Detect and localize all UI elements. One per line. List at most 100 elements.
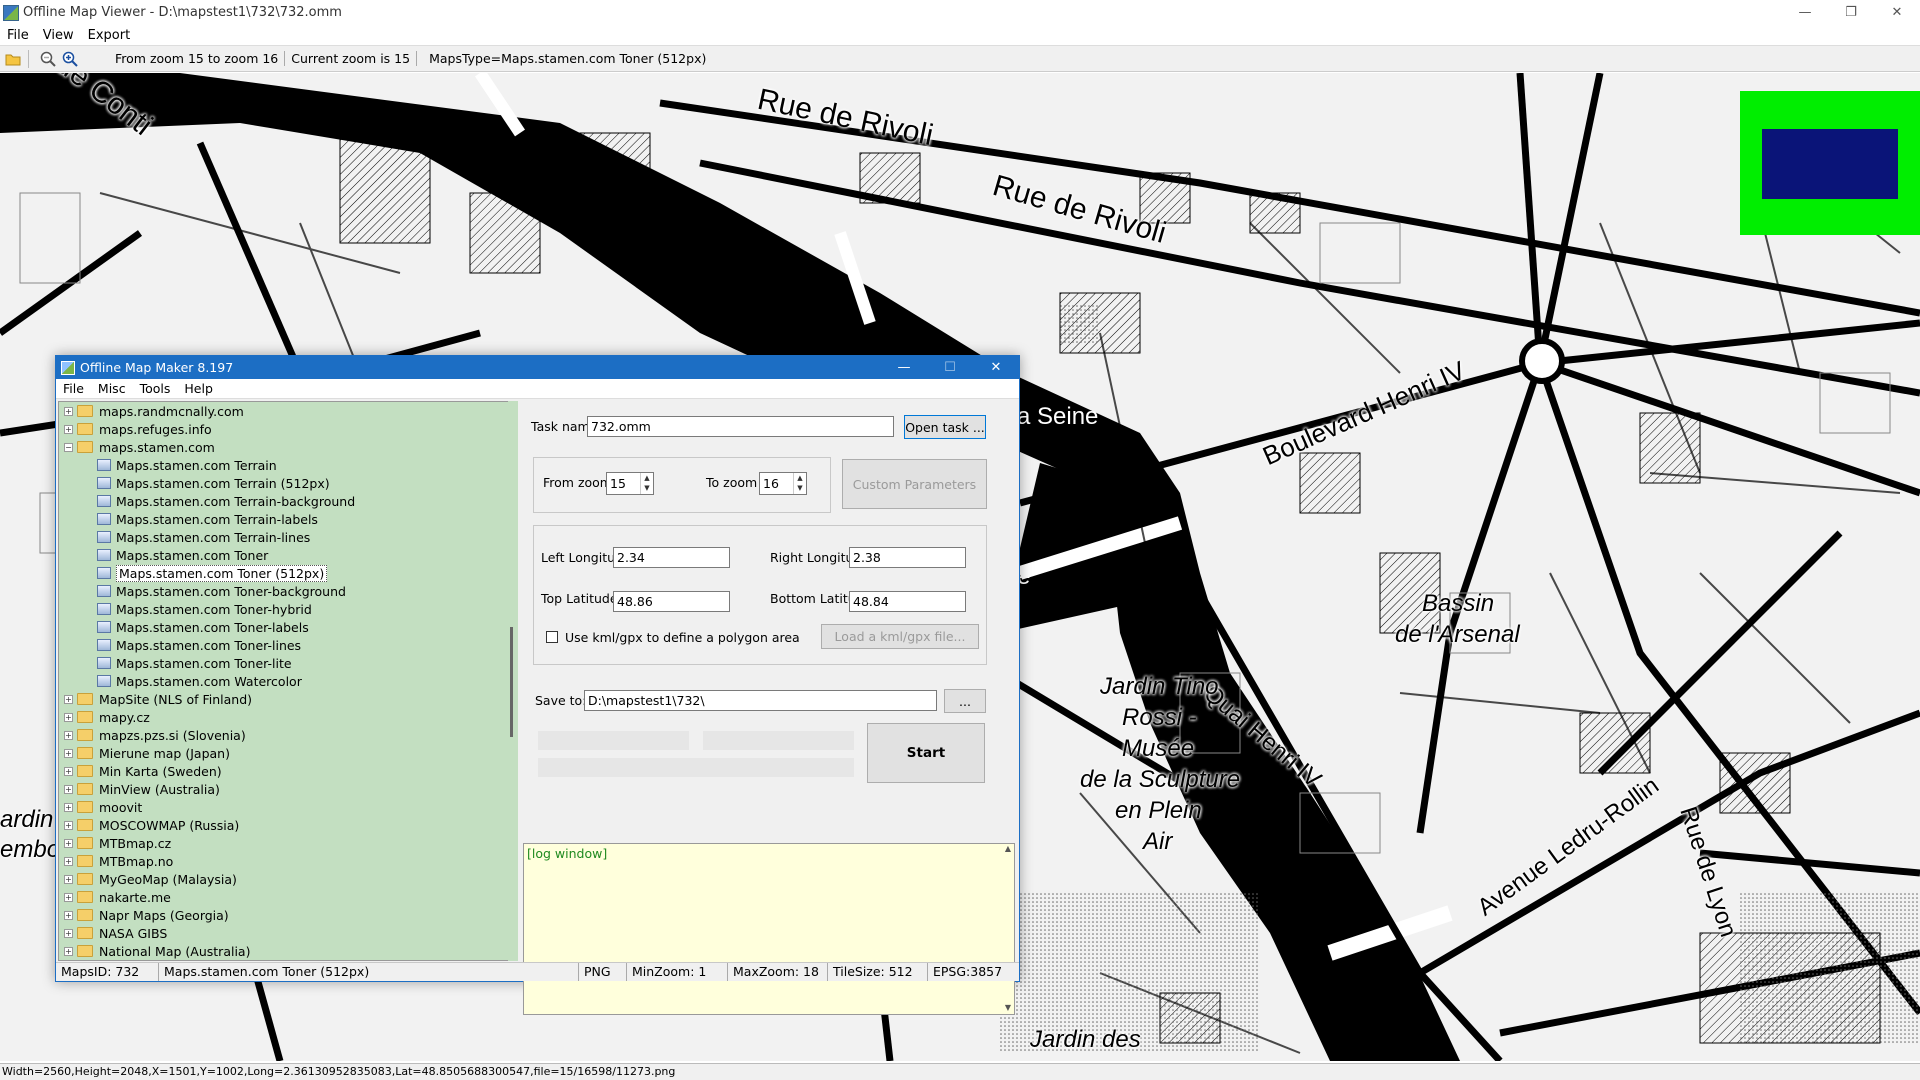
zoom-range-text: From zoom 15 to zoom 16: [109, 51, 286, 66]
expand-icon[interactable]: +: [64, 874, 73, 884]
collapse-icon[interactable]: −: [64, 442, 73, 452]
tree-map-item[interactable]: Maps.stamen.com Toner: [59, 546, 512, 564]
tree-folder-item[interactable]: + Napr Maps (Georgia): [59, 906, 512, 924]
tree-map-item[interactable]: Maps.stamen.com Watercolor: [59, 672, 512, 690]
from-zoom-spinner[interactable]: 15 ▲ ▼: [606, 472, 654, 495]
folder-icon: [77, 801, 93, 813]
dialog-titlebar[interactable]: Offline Map Maker 8.197 — ☐ ✕: [56, 356, 1019, 379]
browse-button[interactable]: ...: [944, 689, 986, 713]
tree-folder-item[interactable]: − maps.stamen.com: [59, 438, 512, 456]
expand-icon[interactable]: +: [64, 748, 73, 758]
open-folder-icon[interactable]: [4, 50, 22, 68]
save-to-input[interactable]: D:\mapstest1\732\: [584, 690, 937, 711]
top-latitude-input[interactable]: 48.86: [613, 591, 730, 612]
tree-folder-item[interactable]: + MapSite (NLS of Finland): [59, 690, 512, 708]
tree-folder-item[interactable]: + MinView (Australia): [59, 780, 512, 798]
dialog-menu-file[interactable]: File: [56, 381, 91, 396]
tree-folder-item[interactable]: + maps.randmcnally.com: [59, 402, 512, 420]
expand-icon[interactable]: +: [64, 406, 73, 416]
tree-map-item[interactable]: Maps.stamen.com Toner-labels: [59, 618, 512, 636]
expand-icon[interactable]: +: [64, 802, 73, 812]
tree-folder-item[interactable]: + Mierune map (Japan): [59, 744, 512, 762]
tree-folder-item[interactable]: + MyGeoMap (Malaysia): [59, 870, 512, 888]
expand-icon[interactable]: +: [64, 694, 73, 704]
zoom-in-icon[interactable]: [61, 50, 79, 68]
tree-item-label: Napr Maps (Georgia): [99, 907, 229, 923]
log-scrollbar[interactable]: ▲ ▼: [1002, 844, 1014, 1014]
tree-item-label: MTBmap.cz: [99, 835, 172, 851]
open-task-button[interactable]: Open task ...: [904, 415, 986, 439]
dialog-menu-help[interactable]: Help: [177, 381, 220, 396]
tree-map-item[interactable]: Maps.stamen.com Toner-lines: [59, 636, 512, 654]
tree-folder-item[interactable]: + MTBmap.cz: [59, 834, 512, 852]
spinner-arrows-icon[interactable]: ▲ ▼: [640, 473, 653, 494]
expand-icon[interactable]: +: [64, 946, 73, 956]
close-button[interactable]: ✕: [1874, 0, 1920, 25]
dialog-menu-misc[interactable]: Misc: [91, 381, 133, 396]
tree-map-item[interactable]: Maps.stamen.com Terrain (512px): [59, 474, 512, 492]
status-min-zoom: MinZoom: 1: [627, 963, 728, 981]
expand-icon[interactable]: +: [64, 766, 73, 776]
tree-map-item[interactable]: Maps.stamen.com Terrain-labels: [59, 510, 512, 528]
menu-export[interactable]: Export: [81, 28, 138, 43]
main-menubar: File View Export: [0, 25, 1920, 45]
expand-icon[interactable]: +: [64, 928, 73, 938]
zoom-out-icon[interactable]: [39, 50, 57, 68]
tree-scroll-thumb[interactable]: [510, 627, 513, 737]
dialog-maximize-button[interactable]: ☐: [927, 356, 973, 379]
bottom-latitude-input[interactable]: 48.84: [849, 591, 966, 612]
map-icon: [97, 567, 111, 579]
task-name-input[interactable]: 732.omm: [587, 416, 894, 437]
folder-icon: [77, 405, 93, 417]
tree-folder-item[interactable]: + Min Karta (Sweden): [59, 762, 512, 780]
expand-icon[interactable]: +: [64, 838, 73, 848]
expand-icon[interactable]: +: [64, 730, 73, 740]
tree-folder-item[interactable]: + nakarte.me: [59, 888, 512, 906]
tree-map-item[interactable]: Maps.stamen.com Terrain-background: [59, 492, 512, 510]
tree-map-item[interactable]: Maps.stamen.com Toner (512px): [59, 564, 512, 582]
expand-icon[interactable]: +: [64, 784, 73, 794]
expand-icon[interactable]: +: [64, 424, 73, 434]
current-zoom-text: Current zoom is 15: [285, 51, 418, 66]
tree-folder-item[interactable]: + NASA GIBS: [59, 924, 512, 942]
expand-icon[interactable]: +: [64, 820, 73, 830]
tree-folder-item[interactable]: + mapy.cz: [59, 708, 512, 726]
expand-icon[interactable]: +: [64, 712, 73, 722]
menu-file[interactable]: File: [0, 28, 36, 43]
tree-folder-item[interactable]: + maps.refuges.info: [59, 420, 512, 438]
minimize-button[interactable]: —: [1782, 0, 1828, 25]
minimap-viewport[interactable]: [1762, 129, 1898, 199]
tree-folder-item[interactable]: + moovit: [59, 798, 512, 816]
log-window[interactable]: [log window] ▲ ▼: [523, 843, 1015, 1015]
tree-item-label: Maps.stamen.com Toner-lines: [116, 637, 302, 653]
map-label-arsenal: de l'Arsenal: [1395, 621, 1520, 648]
tree-map-item[interactable]: Maps.stamen.com Terrain: [59, 456, 512, 474]
left-longitude-input[interactable]: 2.34: [613, 547, 730, 568]
kml-checkbox[interactable]: [546, 631, 558, 643]
expand-icon[interactable]: +: [64, 892, 73, 902]
tree-folder-item[interactable]: + MTBmap.no: [59, 852, 512, 870]
dialog-close-button[interactable]: ✕: [973, 356, 1019, 379]
tree-map-item[interactable]: Maps.stamen.com Terrain-lines: [59, 528, 512, 546]
custom-parameters-button[interactable]: Custom Parameters: [842, 459, 987, 509]
tree-folder-item[interactable]: + MOSCOWMAP (Russia): [59, 816, 512, 834]
tree-map-item[interactable]: Maps.stamen.com Toner-lite: [59, 654, 512, 672]
tree-folder-item[interactable]: + National Map (Australia): [59, 942, 512, 960]
dialog-menu-tools[interactable]: Tools: [133, 381, 178, 396]
tree-map-item[interactable]: Maps.stamen.com Toner-background: [59, 582, 512, 600]
to-zoom-spinner[interactable]: 16 ▲ ▼: [759, 472, 807, 495]
expand-icon[interactable]: +: [64, 856, 73, 866]
tree-folder-item[interactable]: + mapzs.pzs.si (Slovenia): [59, 726, 512, 744]
dialog-minimize-button[interactable]: —: [881, 356, 927, 379]
restore-button[interactable]: ❐: [1828, 0, 1874, 25]
right-longitude-input[interactable]: 2.38: [849, 547, 966, 568]
start-button[interactable]: Start: [867, 723, 985, 783]
tree-scrollbar[interactable]: [508, 401, 518, 961]
expand-icon[interactable]: +: [64, 910, 73, 920]
minimap[interactable]: [1740, 91, 1920, 235]
load-kml-button[interactable]: Load a kml/gpx file...: [821, 624, 979, 649]
tree-map-item[interactable]: Maps.stamen.com Toner-hybrid: [59, 600, 512, 618]
map-source-tree[interactable]: + maps.randmcnally.com + maps.refuges.info −…: [58, 401, 513, 961]
spinner-arrows-icon[interactable]: ▲ ▼: [793, 473, 806, 494]
menu-view[interactable]: View: [36, 28, 81, 43]
